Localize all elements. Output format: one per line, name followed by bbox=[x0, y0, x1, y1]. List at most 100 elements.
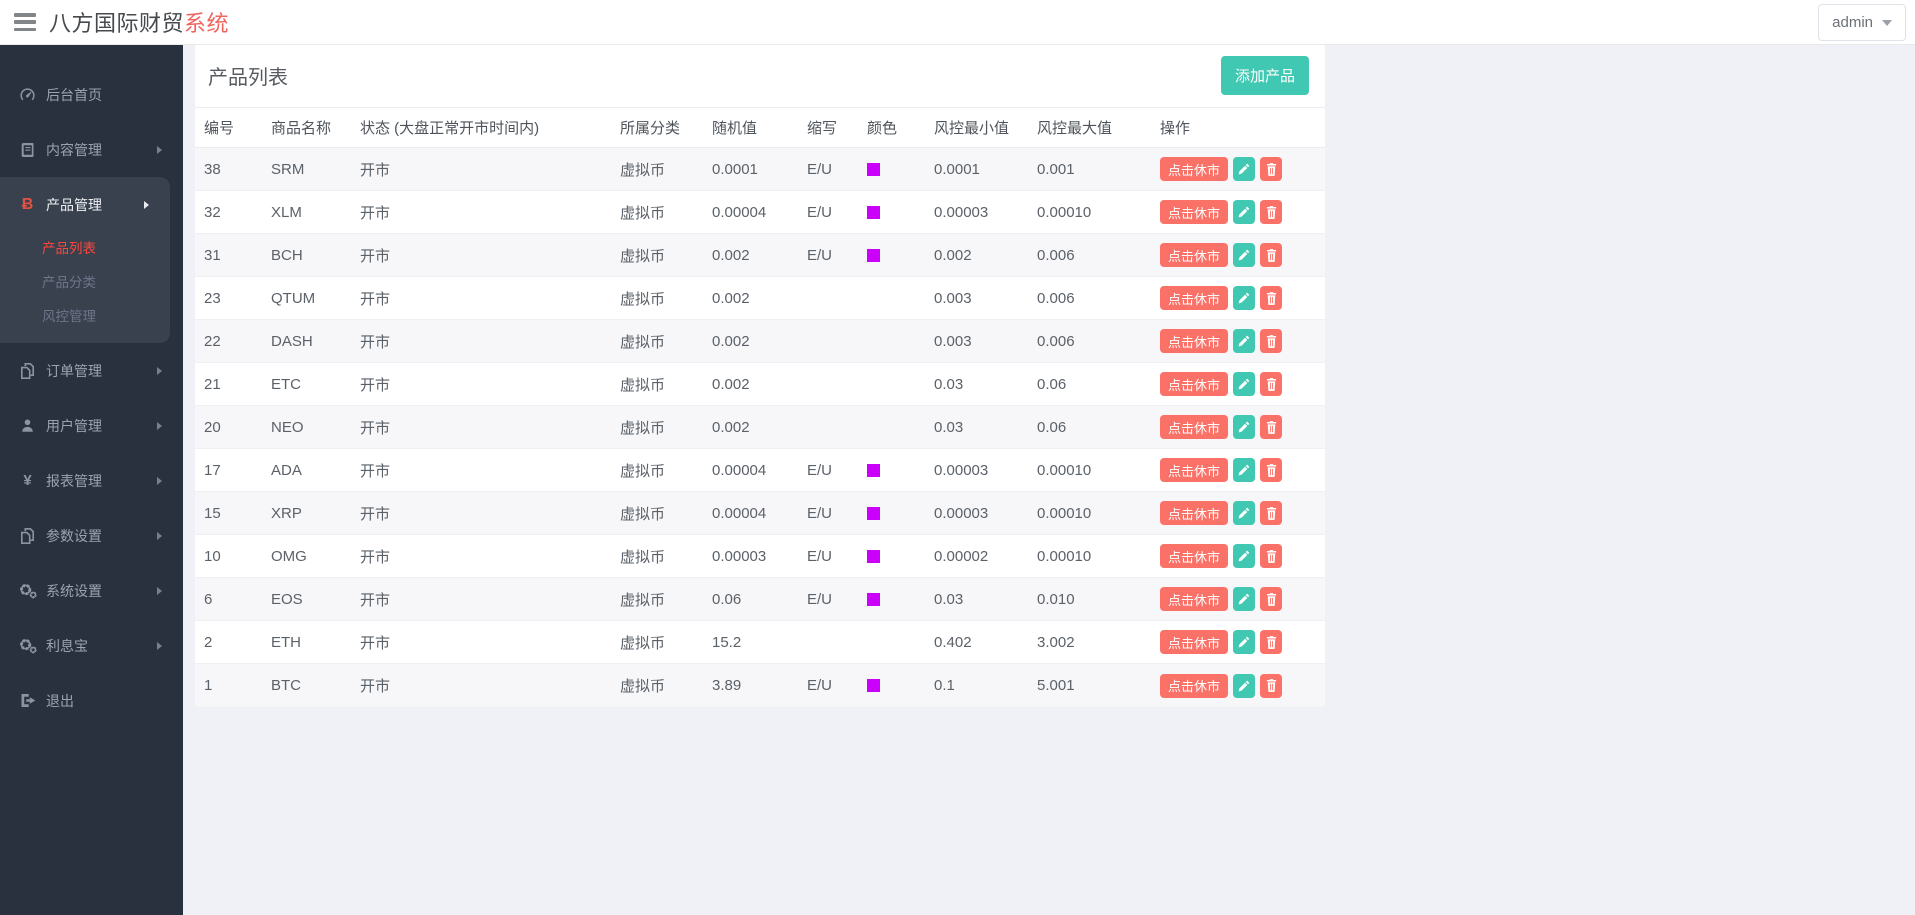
sidebar-item-label: 订单管理 bbox=[46, 362, 102, 379]
suspend-market-button[interactable]: 点击休市 bbox=[1160, 415, 1229, 439]
table-row: 31 BCH 开市 虚拟币 0.002 E/U 0.002 0.006 点击休市 bbox=[195, 234, 1325, 277]
product-table: 编号 商品名称 状态 (大盘正常开市时间内) 所属分类 随机值 缩写 颜色 风控… bbox=[195, 108, 1325, 707]
sidebar-item-system-settings[interactable]: 系统设置 bbox=[0, 563, 183, 618]
edit-button[interactable] bbox=[1233, 587, 1256, 611]
edit-button[interactable] bbox=[1233, 458, 1256, 482]
page-title: 产品列表 bbox=[208, 66, 288, 89]
chevron-right-icon bbox=[157, 366, 162, 375]
trash-icon bbox=[1266, 635, 1277, 649]
delete-button[interactable] bbox=[1260, 458, 1283, 482]
color-swatch bbox=[867, 162, 880, 176]
sidebar-item-parameter-settings[interactable]: 参数设置 bbox=[0, 508, 183, 563]
cell-actions: 点击休市 bbox=[1151, 148, 1325, 190]
edit-button[interactable] bbox=[1233, 501, 1256, 525]
delete-button[interactable] bbox=[1260, 200, 1283, 224]
delete-button[interactable] bbox=[1260, 415, 1283, 439]
trash-icon bbox=[1266, 506, 1277, 520]
column-header-random: 随机值 bbox=[712, 120, 758, 137]
cell-abbr: E/U bbox=[807, 246, 833, 264]
cell-abbr: E/U bbox=[807, 203, 833, 221]
column-header-actions: 操作 bbox=[1160, 120, 1191, 137]
edit-button[interactable] bbox=[1233, 544, 1256, 568]
suspend-market-button[interactable]: 点击休市 bbox=[1160, 587, 1229, 611]
color-swatch bbox=[867, 679, 880, 692]
sidebar-item-product-category[interactable]: 产品分类 bbox=[0, 266, 170, 300]
delete-button[interactable] bbox=[1260, 673, 1283, 698]
suspend-market-button[interactable]: 点击休市 bbox=[1160, 329, 1229, 353]
edit-button[interactable] bbox=[1233, 329, 1256, 353]
cell-name: NEO bbox=[271, 418, 304, 436]
cell-category: 虚拟币 bbox=[620, 247, 666, 265]
delete-button[interactable] bbox=[1260, 630, 1283, 654]
edit-button[interactable] bbox=[1233, 372, 1256, 396]
suspend-market-button[interactable]: 点击休市 bbox=[1160, 372, 1229, 396]
cell-color bbox=[858, 449, 925, 491]
cell-abbr bbox=[798, 277, 858, 319]
edit-button[interactable] bbox=[1233, 630, 1256, 654]
column-header-status: 状态 (大盘正常开市时间内) bbox=[360, 120, 540, 137]
sidebar-item-product-list[interactable]: 产品列表 bbox=[0, 232, 170, 266]
suspend-market-button[interactable]: 点击休市 bbox=[1160, 501, 1229, 525]
suspend-market-button[interactable]: 点击休市 bbox=[1160, 458, 1229, 482]
sidebar-item-product-management[interactable]: Ƀ 产品管理 bbox=[0, 177, 170, 232]
cell-risk-min: 0.0001 bbox=[934, 160, 980, 178]
delete-button[interactable] bbox=[1260, 286, 1283, 310]
delete-button[interactable] bbox=[1260, 157, 1283, 181]
delete-button[interactable] bbox=[1260, 501, 1283, 525]
cell-name: XLM bbox=[271, 203, 302, 221]
cell-abbr: E/U bbox=[807, 504, 833, 522]
suspend-market-button[interactable]: 点击休市 bbox=[1160, 286, 1229, 310]
cell-random: 15.2 bbox=[712, 633, 742, 651]
color-swatch bbox=[867, 205, 880, 219]
hamburger-menu-icon[interactable] bbox=[14, 13, 36, 31]
edit-button[interactable] bbox=[1233, 157, 1256, 181]
sidebar-item-content-management[interactable]: 内容管理 bbox=[0, 122, 183, 177]
edit-button[interactable] bbox=[1233, 200, 1256, 224]
cell-status: 开市 bbox=[360, 247, 391, 265]
sidebar-item-label: 报表管理 bbox=[46, 472, 102, 489]
delete-button[interactable] bbox=[1260, 329, 1283, 353]
suspend-market-button[interactable]: 点击休市 bbox=[1160, 200, 1229, 224]
cell-color bbox=[858, 320, 925, 362]
sidebar-item-logout[interactable]: 退出 bbox=[0, 673, 183, 728]
cell-status: 开市 bbox=[360, 290, 391, 308]
edit-button[interactable] bbox=[1233, 243, 1256, 267]
suspend-market-button[interactable]: 点击休市 bbox=[1160, 544, 1229, 568]
sidebar-item-dashboard[interactable]: 后台首页 bbox=[0, 67, 183, 122]
cell-risk-max: 3.002 bbox=[1037, 633, 1075, 651]
gears-icon bbox=[18, 583, 37, 599]
pencil-icon bbox=[1238, 593, 1250, 605]
suspend-market-button[interactable]: 点击休市 bbox=[1160, 157, 1229, 181]
cell-risk-max: 5.001 bbox=[1037, 677, 1075, 694]
suspend-market-button[interactable]: 点击休市 bbox=[1160, 630, 1229, 654]
cell-category: 虚拟币 bbox=[620, 376, 666, 394]
sidebar-item-order-management[interactable]: 订单管理 bbox=[0, 343, 183, 398]
delete-button[interactable] bbox=[1260, 372, 1283, 396]
table-row: 32 XLM 开市 虚拟币 0.00004 E/U 0.00003 0.0001… bbox=[195, 191, 1325, 234]
sidebar-item-report-management[interactable]: ¥ 报表管理 bbox=[0, 453, 183, 508]
cell-id: 38 bbox=[204, 160, 221, 178]
cell-random: 0.002 bbox=[712, 246, 750, 264]
edit-button[interactable] bbox=[1233, 415, 1256, 439]
chevron-right-icon bbox=[157, 641, 162, 650]
suspend-market-button[interactable]: 点击休市 bbox=[1160, 243, 1229, 267]
suspend-market-button[interactable]: 点击休市 bbox=[1160, 673, 1229, 698]
edit-button[interactable] bbox=[1233, 286, 1256, 310]
edit-button[interactable] bbox=[1233, 673, 1256, 698]
sidebar-item-interest-treasure[interactable]: 利息宝 bbox=[0, 618, 183, 673]
cell-risk-max: 0.010 bbox=[1037, 590, 1075, 608]
cell-category: 虚拟币 bbox=[620, 634, 666, 652]
sidebar-item-user-management[interactable]: 用户管理 bbox=[0, 398, 183, 453]
delete-button[interactable] bbox=[1260, 587, 1283, 611]
cell-name: DASH bbox=[271, 332, 313, 350]
delete-button[interactable] bbox=[1260, 544, 1283, 568]
add-product-button[interactable]: 添加产品 bbox=[1220, 55, 1309, 95]
user-menu-button[interactable]: admin bbox=[1818, 4, 1906, 41]
cell-id: 32 bbox=[204, 203, 221, 221]
sidebar-item-risk-management[interactable]: 风控管理 bbox=[0, 300, 170, 334]
delete-button[interactable] bbox=[1260, 243, 1283, 267]
cell-random: 0.002 bbox=[712, 289, 750, 307]
yen-icon: ¥ bbox=[23, 472, 32, 489]
cell-actions: 点击休市 bbox=[1151, 277, 1325, 319]
cell-abbr: E/U bbox=[807, 160, 833, 178]
